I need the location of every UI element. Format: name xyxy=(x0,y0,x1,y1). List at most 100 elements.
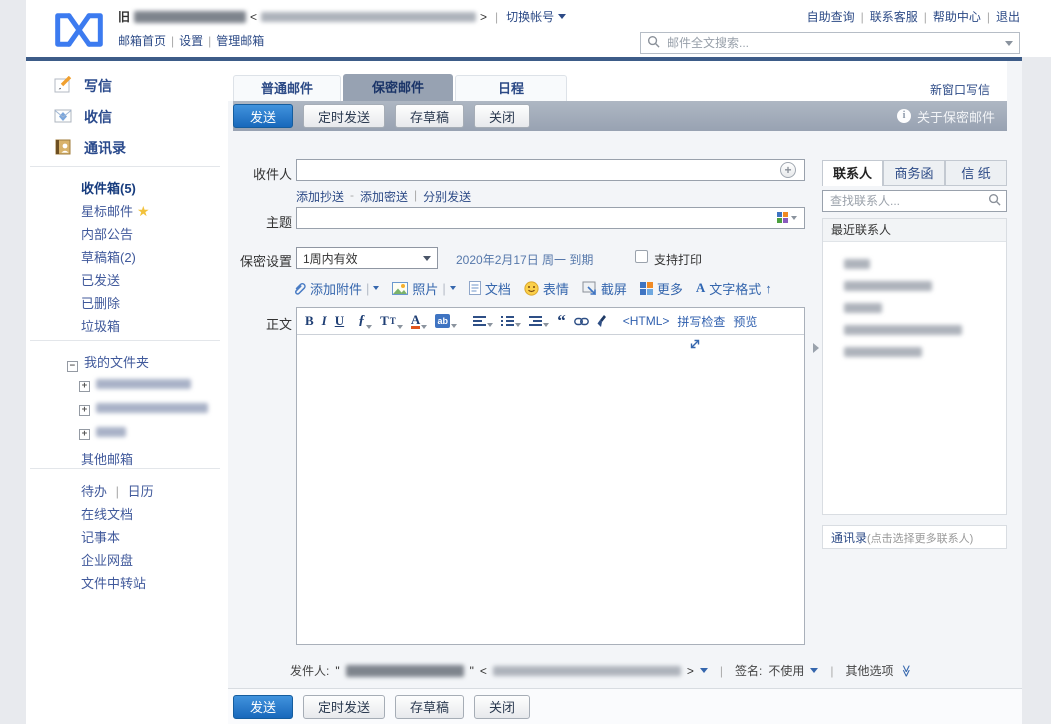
address-book-label[interactable]: 通讯录 xyxy=(831,531,867,545)
contact-list-item[interactable] xyxy=(844,322,962,336)
caret-down-icon[interactable] xyxy=(558,14,566,19)
send-button[interactable]: 发送 xyxy=(233,104,293,128)
italic-button[interactable]: I xyxy=(322,313,327,329)
sidebar-item-file-transfer[interactable]: 文件中转站 xyxy=(81,573,146,592)
separate-send-link[interactable]: 分别发送 xyxy=(423,188,471,205)
font-size-button[interactable]: TT xyxy=(380,313,403,329)
contact-list-item[interactable] xyxy=(844,278,932,292)
scheduled-send-button[interactable]: 定时发送 xyxy=(303,104,385,128)
stationery-picker-button[interactable] xyxy=(777,212,797,223)
sidebar-compose-button[interactable]: 写信 xyxy=(54,75,112,97)
sidebar-my-folders[interactable]: −我的文件夹 xyxy=(67,352,149,372)
sidebar-subfolder[interactable]: + xyxy=(79,376,191,392)
font-color-button[interactable]: A xyxy=(411,313,427,329)
insert-document-button[interactable]: 文档 xyxy=(469,279,511,298)
collapse-toggle-icon[interactable]: − xyxy=(67,361,78,372)
insert-link-button[interactable] xyxy=(574,317,589,326)
sidebar-item-junk[interactable]: 垃圾箱 xyxy=(81,316,120,335)
insert-photo-button[interactable]: 照片 | xyxy=(392,279,455,298)
about-secure-mail-link[interactable]: i 关于保密邮件 xyxy=(897,107,995,126)
blockquote-button[interactable]: “ xyxy=(557,315,566,327)
add-cc-link[interactable]: 添加抄送 xyxy=(296,188,344,205)
expand-toggle-icon[interactable]: + xyxy=(79,429,90,440)
manage-mailbox-link[interactable]: 管理邮箱 xyxy=(216,32,264,49)
scheduled-send-button-bottom[interactable]: 定时发送 xyxy=(303,695,385,719)
help-center-link[interactable]: 帮助中心 xyxy=(933,8,981,25)
chevron-down-icon[interactable]: ≫ xyxy=(899,664,913,677)
sidebar-receive-button[interactable]: 收信 xyxy=(54,106,112,128)
close-button-bottom[interactable]: 关闭 xyxy=(474,695,530,719)
bold-button[interactable]: B xyxy=(305,313,314,329)
mail-search-input[interactable] xyxy=(665,35,1005,51)
align-button[interactable] xyxy=(473,316,493,327)
highlight-button[interactable]: ab xyxy=(435,314,457,328)
secure-duration-select[interactable]: 1周内有效 xyxy=(296,247,438,269)
sidebar-item-sent[interactable]: 已发送 xyxy=(81,270,120,289)
contact-list-item[interactable] xyxy=(844,256,870,270)
add-recipient-icon[interactable]: + xyxy=(780,162,796,178)
underline-button[interactable]: U xyxy=(335,313,344,329)
search-icon[interactable] xyxy=(988,193,1001,209)
settings-link[interactable]: 设置 xyxy=(179,32,203,49)
tab-schedule[interactable]: 日程 xyxy=(455,75,567,101)
expand-toggle-icon[interactable]: + xyxy=(79,381,90,392)
self-service-link[interactable]: 自助查询 xyxy=(807,8,855,25)
switch-account-link[interactable]: 切换帐号 xyxy=(506,8,554,25)
sidebar-item-notes[interactable]: 记事本 xyxy=(81,527,120,546)
tab-contacts[interactable]: 联系人 xyxy=(822,160,883,186)
recipient-input[interactable] xyxy=(296,159,805,181)
sidebar-item-inbox[interactable]: 收件箱(5) xyxy=(81,178,136,197)
sidebar-item-deleted[interactable]: 已删除 xyxy=(81,293,120,312)
save-draft-button[interactable]: 存草稿 xyxy=(395,104,464,128)
sidebar-item-starred[interactable]: 星标邮件★ xyxy=(81,201,150,220)
font-family-button[interactable]: ƒ xyxy=(358,313,372,329)
sender-caret-icon[interactable] xyxy=(700,668,708,673)
signature-value[interactable]: 不使用 xyxy=(768,662,804,679)
subject-input[interactable] xyxy=(296,207,805,229)
contact-list-item[interactable] xyxy=(844,344,922,358)
sidebar-subfolder[interactable]: + xyxy=(79,424,126,440)
todo-link[interactable]: 待办 xyxy=(81,484,107,499)
open-address-book-link[interactable]: 通讯录(点击选择更多联系人) xyxy=(822,525,1007,549)
sidebar-item-drafts[interactable]: 草稿箱(2) xyxy=(81,247,136,266)
screenshot-button[interactable]: 截屏 xyxy=(582,279,627,298)
more-tools-button[interactable]: 更多 xyxy=(640,279,683,298)
calendar-link[interactable]: 日历 xyxy=(128,484,154,499)
logout-link[interactable]: 退出 xyxy=(996,8,1020,25)
tab-normal-mail[interactable]: 普通邮件 xyxy=(233,75,341,101)
preview-button[interactable]: 预览 xyxy=(733,313,757,330)
collapse-panel-handle-icon[interactable] xyxy=(813,343,819,353)
more-options-link[interactable]: 其他选项 xyxy=(846,662,894,679)
contact-search-input[interactable] xyxy=(828,193,988,209)
mailbox-home-link[interactable]: 邮箱首页 xyxy=(118,32,166,49)
sidebar-subfolder[interactable]: + xyxy=(79,400,208,416)
signature-caret-icon[interactable] xyxy=(810,668,818,673)
send-button-bottom[interactable]: 发送 xyxy=(233,695,293,719)
contact-support-link[interactable]: 联系客服 xyxy=(870,8,918,25)
tab-business-letter[interactable]: 商务函 xyxy=(883,160,945,186)
list-button[interactable] xyxy=(501,316,521,327)
text-format-button[interactable]: A 文字格式 ↑ xyxy=(696,279,772,298)
sidebar-item-announcements[interactable]: 内部公告 xyxy=(81,224,133,243)
html-mode-button[interactable]: <HTML> xyxy=(623,314,670,328)
editor-content-area[interactable] xyxy=(297,335,804,645)
sidebar-item-online-docs[interactable]: 在线文档 xyxy=(81,504,133,523)
indent-button[interactable] xyxy=(529,316,549,327)
close-button[interactable]: 关闭 xyxy=(474,104,530,128)
save-draft-button-bottom[interactable]: 存草稿 xyxy=(395,695,464,719)
allow-print-checkbox[interactable] xyxy=(635,250,648,263)
sidebar-item-other-mailbox[interactable]: 其他邮箱 xyxy=(81,449,133,468)
add-attachment-button[interactable]: 添加附件 | xyxy=(292,279,379,298)
add-bcc-link[interactable]: 添加密送 xyxy=(360,188,408,205)
spellcheck-button[interactable]: 拼写检查 xyxy=(677,313,725,330)
tab-stationery[interactable]: 信 纸 xyxy=(945,160,1007,186)
clear-format-button[interactable] xyxy=(597,315,609,328)
contact-list-item[interactable] xyxy=(844,300,882,314)
tab-secure-mail[interactable]: 保密邮件 xyxy=(343,74,453,101)
sidebar-contacts-button[interactable]: 通讯录 xyxy=(54,137,126,159)
expand-editor-icon[interactable] xyxy=(689,338,701,353)
new-window-compose-link[interactable]: 新窗口写信 xyxy=(930,81,990,98)
sidebar-item-company-drive[interactable]: 企业网盘 xyxy=(81,550,133,569)
search-scope-caret-icon[interactable] xyxy=(1005,41,1013,46)
expand-toggle-icon[interactable]: + xyxy=(79,405,90,416)
